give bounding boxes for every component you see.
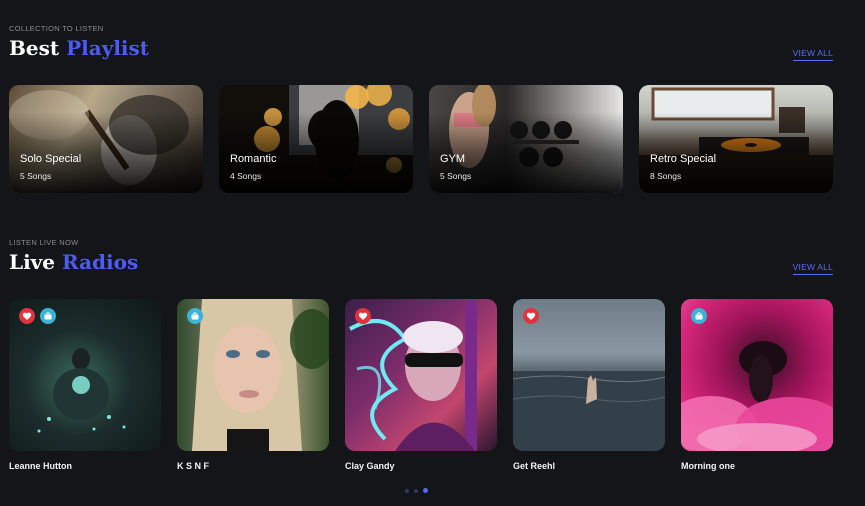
radios-title-plain: Live — [9, 250, 56, 274]
radio-card-clay-gandy[interactable] — [345, 299, 497, 451]
playlist-card-name: Retro Special — [650, 153, 717, 165]
heart-icon — [526, 312, 536, 320]
live-badge — [40, 308, 56, 324]
radio-name: K S N F — [177, 461, 210, 471]
favorite-badge[interactable] — [19, 308, 35, 324]
playlist-title: Best Playlist — [9, 36, 833, 60]
playlist-card-solo-special[interactable]: Solo Special 5 Songs — [9, 85, 203, 193]
playlist-card-name: Romantic — [230, 153, 277, 165]
playlist-section-header: COLLECTION TO LISTEN Best Playlist VIEW … — [9, 24, 833, 61]
playlist-card-count: 5 Songs — [20, 171, 52, 181]
broadcast-icon — [191, 311, 199, 320]
radios-view-all-link[interactable]: VIEW ALL — [792, 262, 833, 275]
carousel-dot[interactable] — [414, 488, 418, 493]
carousel-pagination — [405, 488, 428, 493]
radio-card-get-reehl[interactable] — [513, 299, 665, 451]
playlist-card-count: 5 Songs — [440, 171, 472, 181]
carousel-dot[interactable] — [405, 488, 409, 493]
favorite-badge[interactable] — [523, 308, 539, 324]
radios-title-accent: Radios — [61, 250, 139, 274]
playlist-card-retro-special[interactable]: Retro Special 8 Songs — [639, 85, 833, 193]
playlist-card-name: Solo Special — [20, 153, 82, 165]
playlist-title-accent: Playlist — [66, 36, 150, 60]
playlist-card-gym[interactable]: GYM 5 Songs — [429, 85, 623, 193]
playlist-eyebrow: COLLECTION TO LISTEN — [9, 24, 104, 33]
radio-name: Morning one — [681, 461, 735, 471]
radios-section-header: LISTEN LIVE NOW Live Radios VIEW ALL — [9, 238, 833, 275]
radio-name: Leanne Hutton — [9, 461, 72, 471]
live-badge — [187, 308, 203, 324]
broadcast-icon — [44, 311, 52, 320]
radio-card-ksnf[interactable] — [177, 299, 329, 451]
radio-card-leanne-hutton[interactable] — [9, 299, 161, 451]
live-badge — [691, 308, 707, 324]
radios-title: Live Radios — [9, 250, 833, 274]
radio-name: Get Reehl — [513, 461, 556, 471]
radio-card-morning-one[interactable] — [681, 299, 833, 451]
heart-icon — [22, 312, 32, 320]
heart-icon — [358, 312, 368, 320]
playlist-title-plain: Best — [9, 36, 60, 60]
carousel-dot-active[interactable] — [423, 488, 428, 493]
playlist-card-romantic[interactable]: Romantic 4 Songs — [219, 85, 413, 193]
playlist-card-name: GYM — [440, 153, 466, 165]
favorite-badge[interactable] — [355, 308, 371, 324]
playlist-card-count: 4 Songs — [230, 171, 262, 181]
playlist-view-all-link[interactable]: VIEW ALL — [792, 48, 833, 61]
radios-eyebrow: LISTEN LIVE NOW — [9, 238, 79, 247]
playlist-card-count: 8 Songs — [650, 171, 682, 181]
radio-name: Clay Gandy — [345, 461, 395, 471]
broadcast-icon — [695, 311, 703, 320]
